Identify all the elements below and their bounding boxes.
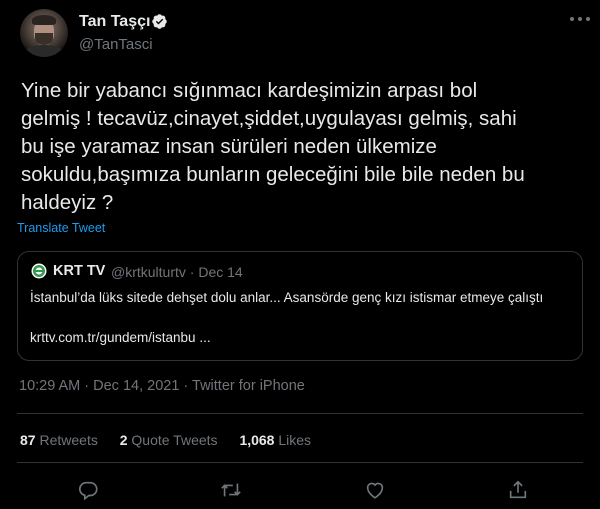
quoted-link[interactable]: krttv.com.tr/gundem/istanbu ... — [30, 330, 211, 345]
quotes-count: 2 — [119, 432, 128, 448]
quoted-handle-date: @krtkulturtv · Dec 14 — [111, 264, 243, 280]
likes-count: 1,068 — [239, 432, 275, 448]
author-handle[interactable]: @TanTasci — [79, 36, 153, 53]
verified-badge-icon — [151, 13, 168, 30]
more-icon[interactable] — [569, 14, 591, 24]
tweet-text: Yine bir yabancı sığınmacı kardeşimizin … — [21, 79, 525, 214]
retweet-icon[interactable] — [220, 479, 242, 501]
quoted-author-name[interactable]: KRT TV — [53, 263, 105, 279]
avatar[interactable] — [20, 9, 68, 57]
like-icon[interactable] — [364, 479, 386, 501]
retweets-label: Retweets — [39, 432, 98, 448]
krt-logo-icon — [31, 263, 47, 279]
share-icon[interactable] — [507, 479, 529, 501]
reply-icon[interactable] — [77, 479, 99, 501]
tweet-timestamp[interactable]: 10:29 AM · Dec 14, 2021 · Twitter for iP… — [19, 378, 305, 394]
quoted-text: İstanbul’da lüks sitede dehşet dolu anla… — [30, 290, 544, 305]
divider — [17, 413, 583, 414]
quotes-label: Quote Tweets — [131, 432, 218, 448]
translate-tweet-link[interactable]: Translate Tweet — [17, 221, 105, 235]
engagement-stats: 87 Retweets 2 Quote Tweets 1,068 Likes — [20, 432, 311, 448]
author-name[interactable]: Tan Taşçı — [79, 13, 150, 31]
divider — [17, 462, 583, 463]
likes-label: Likes — [278, 432, 312, 448]
retweets-stat[interactable]: 87 Retweets — [20, 432, 98, 448]
quotes-stat[interactable]: 2 Quote Tweets — [120, 432, 218, 448]
likes-stat[interactable]: 1,068 Likes — [239, 432, 311, 448]
retweets-count: 87 — [20, 432, 36, 448]
